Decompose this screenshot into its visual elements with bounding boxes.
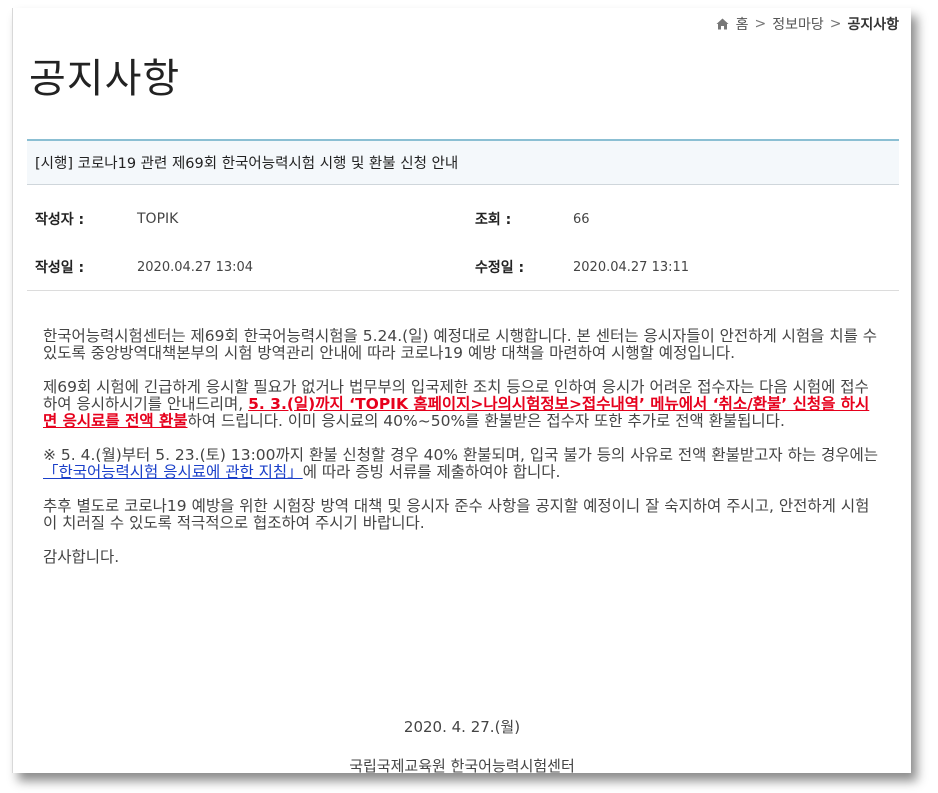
post-title: [시행] 코로나19 관련 제69회 한국어능력시험 시행 및 환불 신청 안내 <box>27 139 899 185</box>
meta-row-dates: 작성일 : 2020.04.27 13:04 수정일 : 2020.04.27 … <box>27 250 899 284</box>
notice-organization: 국립국제교육원 한국어능력시험센터 <box>349 757 575 775</box>
created-label: 작성일 : <box>35 260 85 276</box>
page-title: 공지사항 <box>29 56 181 102</box>
body-paragraph-1: 한국어능력시험센터는 제69회 한국어능력시험을 5.24.(일) 예정대로 시… <box>43 327 878 362</box>
views-value: 66 <box>573 211 590 227</box>
breadcrumb-separator: > <box>829 16 842 32</box>
author-label: 작성자 : <box>35 212 85 228</box>
breadcrumb-home[interactable]: 홈 <box>736 14 749 34</box>
modified-label: 수정일 : <box>475 260 525 276</box>
post-body: 한국어능력시험센터는 제69회 한국어능력시험을 5.24.(일) 예정대로 시… <box>43 328 883 583</box>
home-icon[interactable] <box>716 18 729 30</box>
breadcrumb-separator: > <box>754 16 767 32</box>
notice-date: 2020. 4. 27.(월) <box>403 718 521 736</box>
views-label: 조회 : <box>475 212 512 228</box>
fee-guideline-link[interactable]: 「한국어능력시험 응시료에 관한 지침」 <box>43 463 303 481</box>
notice-frame: 홈 > 정보마당 > 공지사항 공지사항 [시행] 코로나19 관련 제69회 … <box>12 8 911 775</box>
meta-divider <box>27 290 899 291</box>
breadcrumb-current: 공지사항 <box>847 17 899 33</box>
body-paragraph-3-lead: ※ 5. 4.(월)부터 5. 23.(토) 13:00까지 환불 신청할 경우… <box>43 446 879 464</box>
modified-value: 2020.04.27 13:11 <box>573 259 690 275</box>
body-paragraph-2-tail: 하여 드립니다. 이미 응시료의 40%~50%를 환불받은 접수자 또한 추가… <box>187 412 785 430</box>
meta-row-author: 작성자 : TOPIK 조회 : 66 <box>27 202 899 236</box>
body-paragraph-2: 제69회 시험에 긴급하게 응시할 필요가 없거나 법무부의 입국제한 조치 등… <box>43 379 883 430</box>
body-paragraph-3: ※ 5. 4.(월)부터 5. 23.(토) 13:00까지 환불 신청할 경우… <box>43 447 883 481</box>
body-paragraph-5: 감사합니다. <box>43 548 120 566</box>
breadcrumb-section[interactable]: 정보마당 <box>772 14 824 34</box>
author-value: TOPIK <box>137 211 179 227</box>
body-paragraph-3-tail: 에 따라 증빙 서류를 제출하여야 합니다. <box>302 463 561 481</box>
created-value: 2020.04.27 13:04 <box>137 259 254 275</box>
breadcrumb: 홈 > 정보마당 > 공지사항 <box>716 14 899 34</box>
body-paragraph-4: 추후 별도로 코로나19 예방을 위한 시험장 방역 대책 및 응시자 준수 사… <box>43 497 870 532</box>
